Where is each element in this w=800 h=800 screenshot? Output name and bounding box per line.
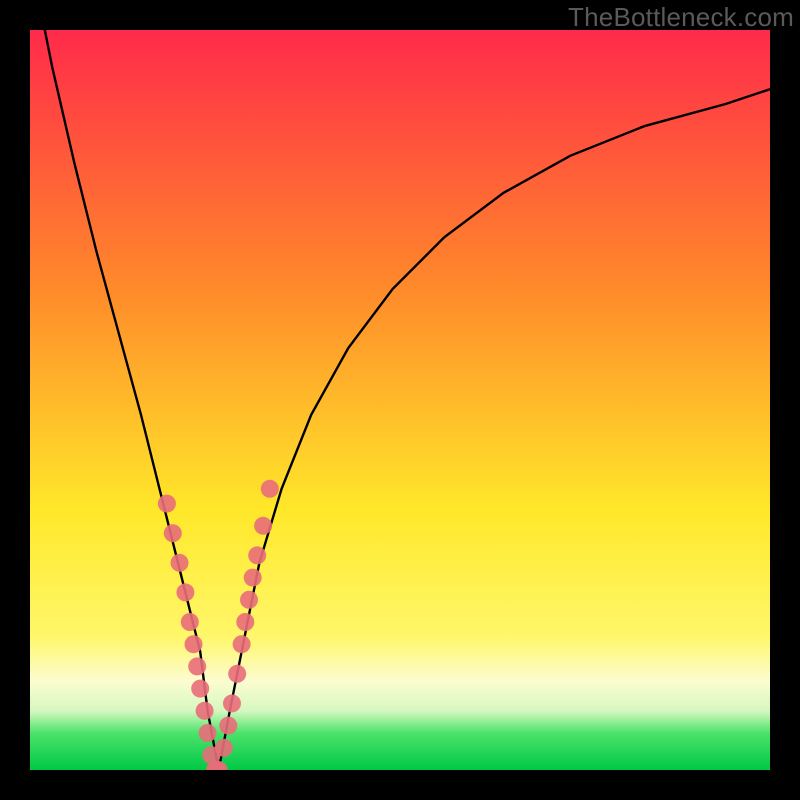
data-marker [236,613,254,631]
data-marker [185,635,203,653]
data-marker [228,665,246,683]
data-marker [196,702,214,720]
data-marker [164,524,182,542]
frame: TheBottleneck.com [0,0,800,800]
data-marker [215,739,233,757]
data-marker [223,694,241,712]
data-marker [188,657,206,675]
data-marker [158,495,176,513]
data-marker [176,583,194,601]
watermark-text: TheBottleneck.com [568,2,794,33]
data-marker [181,613,199,631]
data-marker [240,591,258,609]
bottleneck-curve [30,30,770,770]
chart-svg [30,30,770,770]
data-marker [248,546,266,564]
data-marker [199,724,217,742]
data-marker [219,717,237,735]
data-marker [191,680,209,698]
data-marker [171,554,189,572]
marker-group [158,480,279,770]
data-marker [244,569,262,587]
data-marker [254,517,272,535]
plot-area [30,30,770,770]
data-marker [233,635,251,653]
data-marker [261,480,279,498]
